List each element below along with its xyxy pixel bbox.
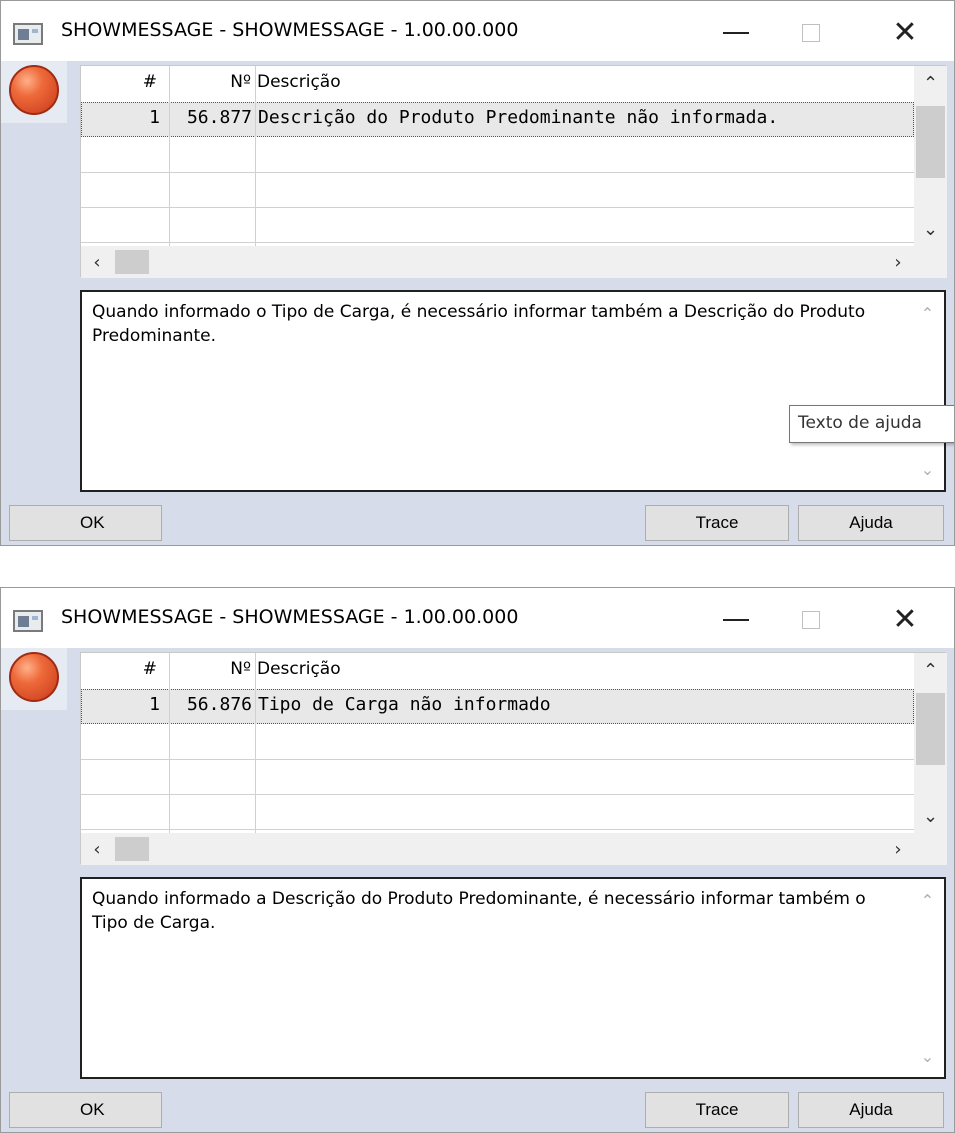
help-text-area[interactable]: Quando informado o Tipo de Carga, é nece… bbox=[80, 290, 946, 492]
scroll-corner bbox=[914, 246, 947, 278]
grid-vertical-scrollbar[interactable]: ⌃ ⌄ bbox=[914, 66, 947, 246]
help-text-area[interactable]: Quando informado a Descrição do Produto … bbox=[80, 877, 946, 1079]
stop-error-icon bbox=[9, 65, 59, 115]
minimize-icon bbox=[723, 32, 749, 34]
scroll-right-arrow-icon[interactable]: › bbox=[882, 246, 914, 278]
table-row-empty[interactable] bbox=[81, 795, 914, 830]
close-icon: ✕ bbox=[892, 15, 918, 50]
message-window-2: SHOWMESSAGE - SHOWMESSAGE - 1.00.00.000 … bbox=[0, 587, 955, 1133]
table-row-empty[interactable] bbox=[81, 138, 914, 173]
column-divider bbox=[169, 66, 170, 246]
column-divider bbox=[255, 653, 256, 833]
trace-button[interactable]: Trace bbox=[645, 505, 789, 541]
memo-vertical-scrollbar[interactable]: ⌃ ⌄ bbox=[911, 879, 944, 1077]
scroll-down-arrow-icon[interactable]: ⌄ bbox=[914, 212, 947, 246]
maximize-icon bbox=[802, 24, 820, 42]
column-header-index[interactable]: # bbox=[81, 659, 165, 679]
help-button[interactable]: Ajuda bbox=[798, 505, 944, 541]
button-bar: OK Trace Ajuda bbox=[1, 497, 954, 545]
cell-description: Descrição do Produto Predominante não in… bbox=[258, 107, 779, 128]
table-row[interactable]: 1 56.877 Descrição do Produto Predominan… bbox=[81, 102, 914, 137]
table-row-empty[interactable] bbox=[81, 725, 914, 760]
close-icon: ✕ bbox=[892, 602, 918, 637]
scroll-left-arrow-icon[interactable]: ‹ bbox=[81, 833, 113, 865]
stop-error-icon bbox=[9, 652, 59, 702]
column-divider bbox=[255, 66, 256, 246]
scroll-thumb[interactable] bbox=[916, 693, 945, 765]
grid-vertical-scrollbar[interactable]: ⌃ ⌄ bbox=[914, 653, 947, 833]
scroll-left-arrow-icon[interactable]: ‹ bbox=[81, 246, 113, 278]
cell-description: Tipo de Carga não informado bbox=[258, 694, 551, 715]
close-button[interactable]: ✕ bbox=[873, 596, 937, 644]
title-bar[interactable]: SHOWMESSAGE - SHOWMESSAGE - 1.00.00.000 … bbox=[1, 1, 954, 61]
app-window-icon[interactable] bbox=[13, 610, 43, 632]
cell-index: 1 bbox=[149, 694, 160, 715]
scroll-up-arrow-icon[interactable]: ⌃ bbox=[911, 298, 944, 328]
scroll-thumb[interactable] bbox=[115, 837, 149, 861]
help-text: Quando informado o Tipo de Carga, é nece… bbox=[92, 302, 866, 346]
message-window-1: SHOWMESSAGE - SHOWMESSAGE - 1.00.00.000 … bbox=[0, 0, 955, 546]
ok-button[interactable]: OK bbox=[9, 505, 162, 541]
minimize-button[interactable] bbox=[704, 9, 768, 57]
scroll-down-arrow-icon[interactable]: ⌄ bbox=[911, 1041, 944, 1071]
maximize-button[interactable] bbox=[779, 596, 843, 644]
grid-header: # Nº Descrição bbox=[81, 653, 914, 689]
scroll-up-arrow-icon[interactable]: ⌃ bbox=[914, 653, 947, 687]
message-grid[interactable]: # Nº Descrição 1 56.876 Tipo de Carga nã… bbox=[80, 652, 947, 865]
title-bar[interactable]: SHOWMESSAGE - SHOWMESSAGE - 1.00.00.000 … bbox=[1, 588, 954, 648]
severity-icon-tile bbox=[1, 648, 67, 710]
help-text: Quando informado a Descrição do Produto … bbox=[92, 889, 866, 933]
column-header-description[interactable]: Descrição bbox=[257, 659, 341, 679]
table-row-empty[interactable] bbox=[81, 208, 914, 243]
message-grid[interactable]: # Nº Descrição 1 56.877 Descrição do Pro… bbox=[80, 65, 947, 278]
left-icon-strip bbox=[1, 648, 67, 1084]
column-header-description[interactable]: Descrição bbox=[257, 72, 341, 92]
trace-button[interactable]: Trace bbox=[645, 1092, 789, 1128]
cell-index: 1 bbox=[149, 107, 160, 128]
cell-number: 56.876 bbox=[186, 694, 252, 715]
column-divider bbox=[169, 653, 170, 833]
scroll-down-arrow-icon[interactable]: ⌄ bbox=[911, 454, 944, 484]
maximize-button[interactable] bbox=[779, 9, 843, 57]
help-button[interactable]: Ajuda bbox=[798, 1092, 944, 1128]
scroll-up-arrow-icon[interactable]: ⌃ bbox=[914, 66, 947, 100]
column-header-number[interactable]: Nº bbox=[167, 72, 255, 92]
table-row-empty[interactable] bbox=[81, 173, 914, 208]
grid-header: # Nº Descrição bbox=[81, 66, 914, 102]
table-row[interactable]: 1 56.876 Tipo de Carga não informado bbox=[81, 689, 914, 724]
scroll-down-arrow-icon[interactable]: ⌄ bbox=[914, 799, 947, 833]
cell-number: 56.877 bbox=[186, 107, 252, 128]
column-header-index[interactable]: # bbox=[81, 72, 165, 92]
grid-horizontal-scrollbar[interactable]: ‹ › bbox=[81, 833, 914, 865]
scroll-thumb[interactable] bbox=[115, 250, 149, 274]
window-title: SHOWMESSAGE - SHOWMESSAGE - 1.00.00.000 bbox=[61, 606, 519, 628]
memo-vertical-scrollbar[interactable]: ⌃ ⌄ bbox=[911, 292, 944, 490]
table-row-empty[interactable] bbox=[81, 760, 914, 795]
scroll-right-arrow-icon[interactable]: › bbox=[882, 833, 914, 865]
app-window-icon[interactable] bbox=[13, 23, 43, 45]
minimize-icon bbox=[723, 619, 749, 621]
scroll-thumb[interactable] bbox=[916, 106, 945, 178]
grid-horizontal-scrollbar[interactable]: ‹ › bbox=[81, 246, 914, 278]
minimize-button[interactable] bbox=[704, 596, 768, 644]
button-bar: OK Trace Ajuda bbox=[1, 1084, 954, 1132]
severity-icon-tile bbox=[1, 61, 67, 123]
scroll-corner bbox=[914, 833, 947, 865]
ok-button[interactable]: OK bbox=[9, 1092, 162, 1128]
tooltip: Texto de ajuda bbox=[789, 405, 954, 443]
left-icon-strip bbox=[1, 61, 67, 497]
close-button[interactable]: ✕ bbox=[873, 9, 937, 57]
maximize-icon bbox=[802, 611, 820, 629]
scroll-up-arrow-icon[interactable]: ⌃ bbox=[911, 885, 944, 915]
window-title: SHOWMESSAGE - SHOWMESSAGE - 1.00.00.000 bbox=[61, 19, 519, 41]
column-header-number[interactable]: Nº bbox=[167, 659, 255, 679]
